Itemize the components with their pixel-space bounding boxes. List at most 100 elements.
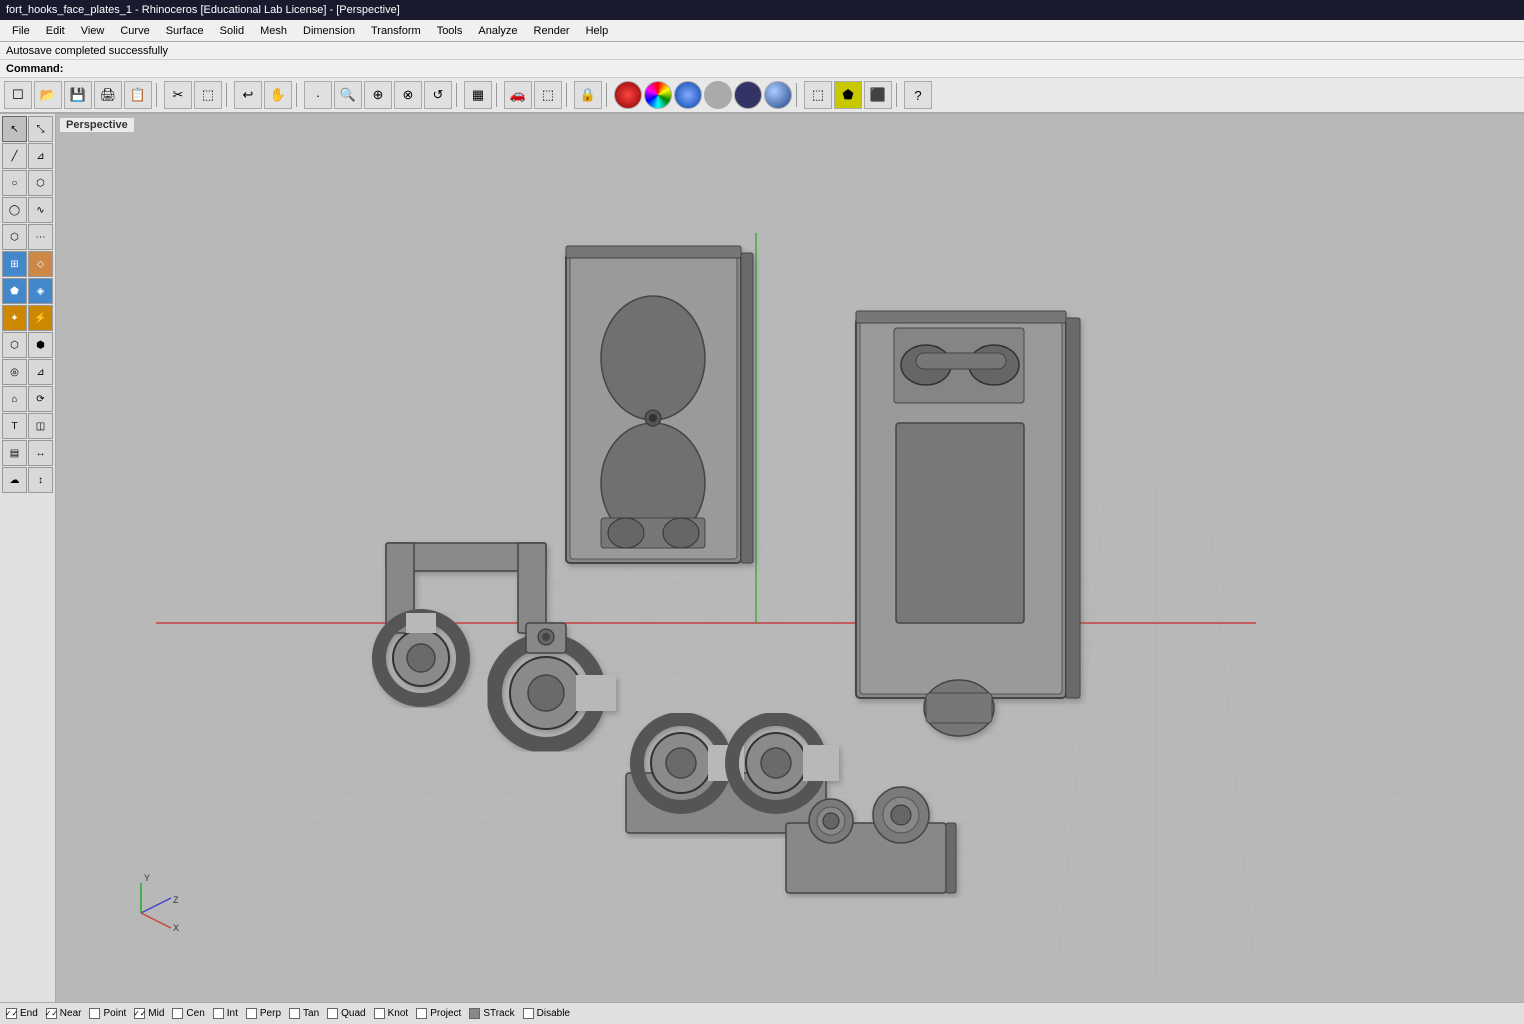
snap-point[interactable]: Point [89,1008,126,1019]
tool-surface2[interactable]: ⬦ [28,251,53,277]
toolbar-rotate[interactable]: ↺ [424,81,452,109]
toolbar-layer[interactable]: ⬚ [804,81,832,109]
snap-perp-check[interactable] [246,1008,257,1019]
tool-select-arrow[interactable]: ↖ [2,116,27,142]
toolbar-snap[interactable]: ⬟ [834,81,862,109]
toolbar-lock[interactable]: 🔒 [574,81,602,109]
toolbar-open[interactable]: 📂 [34,81,62,109]
menu-tools[interactable]: Tools [429,23,471,39]
toolbar-render-circle[interactable] [704,81,732,109]
sep2 [226,83,230,107]
snap-strack[interactable]: STrack [469,1008,514,1019]
tool-boolean[interactable]: ◎ [2,359,27,385]
menu-file[interactable]: File [4,23,38,39]
toolbar-copy[interactable]: ⬚ [194,81,222,109]
toolbar-pan[interactable]: ✋ [264,81,292,109]
tool-freeform[interactable]: ⋯ [28,224,53,250]
menu-surface[interactable]: Surface [158,23,212,39]
snap-quad-check[interactable] [327,1008,338,1019]
snap-tan[interactable]: Tan [289,1008,319,1019]
snap-point-check[interactable] [89,1008,100,1019]
toolbar-new[interactable]: ☐ [4,81,32,109]
toolbar-properties[interactable]: 📋 [124,81,152,109]
tool-solid2[interactable]: ◈ [28,278,53,304]
toolbar-print[interactable]: 🖨 [94,81,122,109]
tool-text[interactable]: T [2,413,27,439]
snap-end-check[interactable]: ✓ [6,1008,17,1019]
toolbar-mat1[interactable] [614,81,642,109]
toolbar-undo[interactable]: ↩ [234,81,262,109]
menu-solid[interactable]: Solid [212,23,252,39]
snap-knot[interactable]: Knot [374,1008,409,1019]
tool-layer[interactable]: ▤ [2,440,27,466]
tool-layer2[interactable]: ↔ [28,440,53,466]
tool-cloud[interactable]: ☁ [2,467,27,493]
tool-transform2[interactable]: ⚡ [28,305,53,331]
menu-help[interactable]: Help [578,23,617,39]
toolbar-mat2[interactable] [644,81,672,109]
snap-strack-check[interactable] [469,1008,480,1019]
toolbar-zoom-ext[interactable]: ⊕ [364,81,392,109]
menu-dimension[interactable]: Dimension [295,23,363,39]
toolbar-point[interactable]: · [304,81,332,109]
tool-cloud2[interactable]: ↕ [28,467,53,493]
snap-int-check[interactable] [213,1008,224,1019]
menu-render[interactable]: Render [526,23,578,39]
tool-line[interactable]: ╱ [2,143,27,169]
tool-boolean2[interactable]: ⊿ [28,359,53,385]
menu-edit[interactable]: Edit [38,23,73,39]
tool-ellipse[interactable]: ⬡ [28,170,53,196]
snap-quad[interactable]: Quad [327,1008,365,1019]
tool-mesh2[interactable]: ⬢ [28,332,53,358]
toolbar-snap2[interactable]: ⬛ [864,81,892,109]
snap-disable[interactable]: Disable [523,1008,570,1019]
toolbar-mat3[interactable] [674,81,702,109]
snap-mid-label: Mid [148,1008,164,1019]
tool-polygon[interactable]: ⬡ [2,224,27,250]
toolbar-drive[interactable]: 🚗 [504,81,532,109]
canvas-3d[interactable]: Z X Y [56,114,1524,1002]
menu-analyze[interactable]: Analyze [470,23,525,39]
snap-tan-check[interactable] [289,1008,300,1019]
snap-project[interactable]: Project [416,1008,461,1019]
tool-arc[interactable]: ◯ [2,197,27,223]
menu-curve[interactable]: Curve [112,23,157,39]
tool-text2[interactable]: ◫ [28,413,53,439]
snap-end[interactable]: ✓ End [6,1008,38,1019]
snap-project-check[interactable] [416,1008,427,1019]
tool-curve[interactable]: ∿ [28,197,53,223]
viewport-area[interactable]: Perspective [56,114,1524,1002]
menu-transform[interactable]: Transform [363,23,429,39]
tool-polyline[interactable]: ⊿ [28,143,53,169]
menu-mesh[interactable]: Mesh [252,23,295,39]
snap-mid-check[interactable]: ✓ [134,1008,145,1019]
toolbar-shading[interactable] [764,81,792,109]
tool-select-region[interactable]: ⤡ [28,116,53,142]
toolbar-cut[interactable]: ✂ [164,81,192,109]
snap-knot-check[interactable] [374,1008,385,1019]
snap-cen-check[interactable] [172,1008,183,1019]
tool-dim[interactable]: ⌂ [2,386,27,412]
snap-cen[interactable]: Cen [172,1008,204,1019]
tool-dim2[interactable]: ⟳ [28,386,53,412]
tool-surface[interactable]: ⊞ [2,251,27,277]
toolbar-zoom-in[interactable]: 🔍 [334,81,362,109]
snap-disable-check[interactable] [523,1008,534,1019]
toolbar-save[interactable]: 💾 [64,81,92,109]
toolbar-mat4[interactable] [734,81,762,109]
snap-mid[interactable]: ✓ Mid [134,1008,164,1019]
menu-view[interactable]: View [73,23,113,39]
tool-circle[interactable]: ○ [2,170,27,196]
tool-transform[interactable]: ✦ [2,305,27,331]
snap-int[interactable]: Int [213,1008,238,1019]
snap-near[interactable]: ✓ Near [46,1008,82,1019]
toolbar-help[interactable]: ? [904,81,932,109]
toolbar-move[interactable]: ⬚ [534,81,562,109]
snap-near-check[interactable]: ✓ [46,1008,57,1019]
tool-solid[interactable]: ⬟ [2,278,27,304]
toolbar-4view[interactable]: ▦ [464,81,492,109]
toolbar-zoom-sel[interactable]: ⊗ [394,81,422,109]
snap-strack-label: STrack [483,1008,514,1019]
tool-mesh[interactable]: ⬡ [2,332,27,358]
snap-perp[interactable]: Perp [246,1008,281,1019]
